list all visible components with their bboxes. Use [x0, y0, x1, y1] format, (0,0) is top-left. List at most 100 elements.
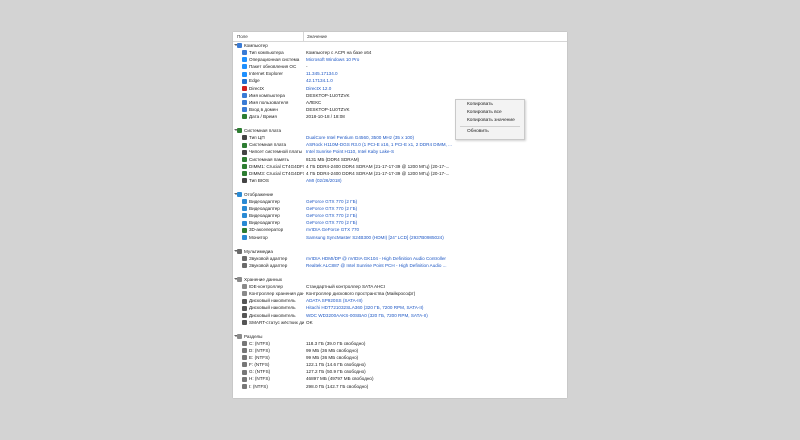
field-label: Edge: [249, 78, 260, 84]
user-icon: [242, 99, 247, 105]
disk-icon: [242, 305, 247, 311]
table-row[interactable]: Видеоадаптер GeForce GTX 770 (2 ГБ): [233, 219, 567, 226]
storage-icon: [237, 277, 242, 283]
value-link[interactable]: ASRock H110M-DGS R3.0 (1 PCI-E x16, 1 PC…: [306, 142, 564, 147]
table-row[interactable]: Видеоадаптер GeForce GTX 770 (2 ГБ): [233, 198, 567, 205]
table-row[interactable]: F: (NTFS) 122.1 ГБ (14.6 ГБ свободно): [233, 361, 567, 368]
field-label: Имя компьютера: [249, 92, 285, 98]
drive-icon: [242, 348, 247, 354]
menu-item-copy-value[interactable]: Копировать значение: [467, 118, 515, 124]
field-value: 298.0 ГБ (142.7 ГБ свободно): [306, 383, 369, 389]
value-link[interactable]: Hitachi HDT721032SLA360 (320 ГБ, 7200 RP…: [306, 305, 564, 310]
partition-icon: [237, 334, 242, 340]
table-row[interactable]: H: (NTFS) 46897 МБ (49797 МБ свободно): [233, 375, 567, 382]
drive-icon: [242, 341, 247, 347]
table-row[interactable]: SMART-статус жёстких дис OK: [233, 319, 567, 326]
field-label: Видеоадаптер: [249, 213, 280, 219]
section-header[interactable]: Хранение данных: [233, 276, 567, 283]
field-label: DIMM1: Crucial CT4G4DFS8...: [249, 163, 304, 169]
drive-icon: [242, 376, 247, 382]
value-link[interactable]: AMI (02/26/2018): [306, 178, 564, 183]
column-value-header[interactable]: Значение: [307, 34, 327, 39]
table-row[interactable]: D: (NTFS) 99 МБ (36 МБ свободно): [233, 347, 567, 354]
table-row[interactable]: DIMM1: Crucial CT4G4DFS8...4 ГБ DDR4-240…: [233, 163, 567, 170]
table-row[interactable]: Системная плата ASRock H110M-DGS R3.0 (1 …: [233, 141, 567, 148]
menu-item-copy-all[interactable]: Копировать все: [467, 110, 502, 116]
value-link[interactable]: Samsung SyncMaster S24B300 (HDMI) [24" L…: [306, 235, 564, 240]
menu-item-copy[interactable]: Копировать: [467, 102, 493, 108]
table-row[interactable]: Имя компьютера DESKTOP-1U0TZVK: [233, 92, 567, 99]
table-row[interactable]: Системная память 8131 МБ (DDR4 SDRAM): [233, 156, 567, 163]
table-row[interactable]: Чипсет системной платы Intel Sunrise Poin…: [233, 148, 567, 155]
table-row[interactable]: Дисковый накопитель ADATA SP920SS (SATA-I…: [233, 297, 567, 304]
section-header[interactable]: Мультимедиа: [233, 248, 567, 255]
table-row[interactable]: Internet Explorer 11.345.17134.0: [233, 70, 567, 77]
value-link[interactable]: ADATA SP920SS (SATA-III): [306, 298, 564, 303]
table-row[interactable]: Дисковый накопитель Hitachi HDT721032SLA3…: [233, 304, 567, 311]
column-field-header[interactable]: Поле: [237, 34, 248, 39]
value-link[interactable]: 11.345.17134.0: [306, 71, 564, 76]
table-row[interactable]: DirectX DirectX 12.0: [233, 85, 567, 92]
table-row[interactable]: Edge 42.17134.1.0: [233, 77, 567, 84]
value-link[interactable]: GeForce GTX 770 (2 ГБ): [306, 199, 564, 204]
value-link[interactable]: Realtek ALC887 @ Intel Sunrise Point PCH…: [306, 263, 564, 268]
column-divider[interactable]: [303, 32, 304, 41]
field-label: Дисковый накопитель: [249, 312, 296, 318]
table-row[interactable]: I: (NTFS) 298.0 ГБ (142.7 ГБ свободно): [233, 383, 567, 390]
table-row[interactable]: DIMM3: Crucial CT4G4DFS8...4 ГБ DDR4-240…: [233, 170, 567, 177]
table-row[interactable]: Дисковый накопитель WDC WD3200AAKS-00SBA0…: [233, 312, 567, 319]
value-link[interactable]: nVIDIA HDMI/DP @ nVIDIA GK104 - High Def…: [306, 256, 564, 261]
field-label: Пакет обновления ОС: [249, 64, 297, 70]
display-icon: [237, 192, 242, 198]
value-link[interactable]: DirectX 12.0: [306, 86, 564, 91]
section-header[interactable]: Компьютер: [233, 42, 567, 49]
table-row[interactable]: Тип BIOS AMI (02/26/2018): [233, 177, 567, 184]
field-value: АЛЕКС: [306, 99, 322, 105]
field-label: Видеоадаптер: [249, 220, 280, 226]
table-row[interactable]: Звуковой адаптер Realtek ALC887 @ Intel S…: [233, 262, 567, 269]
value-link[interactable]: GeForce GTX 770 (2 ГБ): [306, 213, 564, 218]
display-icon: [242, 213, 247, 219]
table-row[interactable]: Операционная система Microsoft Windows 10…: [233, 56, 567, 63]
table-row[interactable]: C: (NTFS) 118.3 ГБ (39.0 ГБ свободно): [233, 340, 567, 347]
table-row[interactable]: Контроллер хранения данн Контроллер диско…: [233, 290, 567, 297]
speaker-icon: [242, 263, 247, 269]
value-link[interactable]: GeForce GTX 770 (2 ГБ): [306, 206, 564, 211]
table-row[interactable]: Видеоадаптер GeForce GTX 770 (2 ГБ): [233, 212, 567, 219]
table-row[interactable]: G: (NTFS) 127.2 ГБ (50.9 ГБ свободно): [233, 368, 567, 375]
section-title: Системная плата: [244, 128, 282, 134]
display-icon: [242, 206, 247, 212]
table-row[interactable]: IDE-контроллер Стандартный контроллер SAT…: [233, 283, 567, 290]
field-label: Звуковой адаптер: [249, 262, 288, 268]
table-row[interactable]: Пакет обновления ОС -: [233, 63, 567, 70]
field-label: C: (NTFS): [249, 340, 270, 346]
field-label: Тип BIOS: [249, 177, 269, 183]
menu-item-refresh[interactable]: Обновить: [467, 129, 489, 135]
table-row[interactable]: Тип компьютера Компьютер с ACPI на базе x…: [233, 49, 567, 56]
table-row[interactable]: E: (NTFS) 99 МБ (36 МБ свободно): [233, 354, 567, 361]
table-row[interactable]: Звуковой адаптер nVIDIA HDMI/DP @ nVIDIA …: [233, 255, 567, 262]
field-label: I: (NTFS): [249, 383, 268, 389]
value-link[interactable]: Intel Sunrise Point H110, Intel Kaby Lak…: [306, 149, 564, 154]
value-link[interactable]: DualCore Intel Pentium G4560, 3500 MHz (…: [306, 135, 564, 140]
section-title: Отображение: [244, 191, 274, 197]
section-title: Мультимедиа: [244, 248, 273, 254]
field-label: Видеоадаптер: [249, 206, 280, 212]
value-link[interactable]: 42.17134.1.0: [306, 78, 564, 83]
domain-icon: [242, 107, 247, 113]
table-row[interactable]: 3D-акселератор nVIDIA GeForce GTX 770: [233, 226, 567, 233]
value-link[interactable]: nVIDIA GeForce GTX 770: [306, 227, 564, 232]
value-link[interactable]: WDC WD3200AAKS-00SBA0 (320 ГБ, 7200 RPM,…: [306, 313, 564, 318]
table-row[interactable]: Монитор Samsung SyncMaster S24B300 (HDMI)…: [233, 234, 567, 241]
table-row[interactable]: Видеоадаптер GeForce GTX 770 (2 ГБ): [233, 205, 567, 212]
section-title: Разделы: [244, 333, 263, 339]
value-link[interactable]: Microsoft Windows 10 Pro: [306, 57, 564, 62]
section-header[interactable]: Разделы: [233, 333, 567, 340]
value-link[interactable]: GeForce GTX 770 (2 ГБ): [306, 220, 564, 225]
section-header[interactable]: Отображение: [233, 191, 567, 198]
field-label: SMART-статус жёстких дис: [249, 319, 304, 325]
motherboard-icon: [237, 128, 242, 134]
field-label: Монитор: [249, 234, 268, 240]
